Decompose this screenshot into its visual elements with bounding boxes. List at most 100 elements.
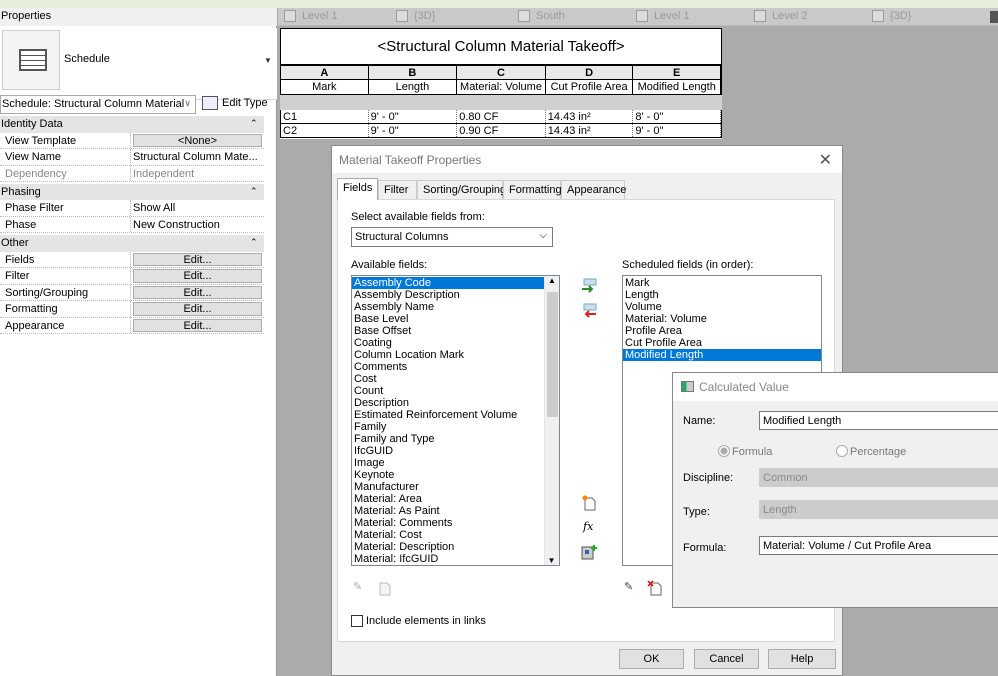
- property-button[interactable]: Edit...: [133, 252, 262, 267]
- schedule-cell[interactable]: 8' - 0": [633, 110, 722, 123]
- combine-parameters-icon[interactable]: [581, 544, 597, 560]
- add-field-icon[interactable]: [581, 278, 597, 294]
- property-button[interactable]: Edit...: [133, 269, 262, 283]
- property-group[interactable]: Identity Data ⌃: [0, 116, 264, 133]
- edit-parameter-icon[interactable]: ✎: [353, 580, 369, 596]
- scheduled-field-item[interactable]: Volume: [623, 301, 821, 313]
- collapse-icon[interactable]: ⌃: [250, 116, 258, 133]
- available-field-item[interactable]: Material: Area: [352, 493, 544, 505]
- edit-parameter-icon[interactable]: ✎: [624, 580, 640, 596]
- name-input[interactable]: Modified Length: [759, 411, 998, 430]
- column-header[interactable]: Material: Volume: [457, 80, 546, 94]
- available-field-item[interactable]: Material: As Paint: [352, 505, 544, 517]
- schedule-cell[interactable]: 9' - 0": [369, 124, 458, 137]
- column-header[interactable]: Cut Profile Area: [546, 80, 634, 94]
- available-field-item[interactable]: Assembly Description: [352, 289, 544, 301]
- column-header[interactable]: Length: [369, 80, 458, 94]
- scheduled-field-item[interactable]: Modified Length: [623, 349, 821, 361]
- schedule-cell[interactable]: 14.43 in²: [546, 124, 634, 137]
- property-button[interactable]: Edit...: [133, 318, 262, 333]
- collapse-icon[interactable]: ⌃: [250, 235, 258, 252]
- category-dropdown[interactable]: Structural Columns ⌵: [351, 227, 553, 247]
- scroll-thumb[interactable]: [547, 292, 558, 417]
- percentage-radio[interactable]: Percentage: [836, 445, 906, 458]
- property-value[interactable]: Show All: [131, 200, 264, 216]
- available-field-item[interactable]: Material: IfcGUID: [352, 553, 544, 565]
- edit-type-button[interactable]: Edit Type: [202, 96, 268, 110]
- property-value[interactable]: New Construction: [131, 217, 264, 233]
- view-tab[interactable]: Level 1: [284, 10, 337, 22]
- scheduled-field-item[interactable]: Mark: [623, 277, 821, 289]
- available-field-item[interactable]: Material: Cost: [352, 529, 544, 541]
- available-field-item[interactable]: Manufacturer: [352, 481, 544, 493]
- available-fields-list[interactable]: Assembly Code Assembly Description Assembl…: [351, 275, 560, 566]
- available-field-item[interactable]: Cost: [352, 373, 544, 385]
- available-field-item[interactable]: Base Level: [352, 313, 544, 325]
- tab-fields[interactable]: Fields: [337, 178, 378, 200]
- checkbox[interactable]: [351, 615, 363, 627]
- radio-unselected[interactable]: [836, 445, 848, 457]
- column-letter[interactable]: A: [281, 66, 369, 79]
- schedule-cell[interactable]: C1: [281, 110, 369, 123]
- scheduled-field-item[interactable]: Profile Area: [623, 325, 821, 337]
- schedule-cell[interactable]: 14.43 in²: [546, 110, 634, 123]
- available-field-item[interactable]: Base Offset: [352, 325, 544, 337]
- close-icon[interactable]: ✕: [819, 150, 832, 170]
- column-header[interactable]: Modified Length: [633, 80, 722, 94]
- ok-button[interactable]: OK: [619, 649, 684, 669]
- delete-parameter-icon[interactable]: [376, 580, 392, 596]
- property-group[interactable]: Phasing ⌃: [0, 183, 264, 201]
- formula-input[interactable]: Material: Volume / Cut Profile Area: [759, 536, 998, 555]
- include-links-checkbox[interactable]: Include elements in links: [351, 615, 486, 627]
- property-value[interactable]: Structural Column Mate...: [131, 149, 264, 165]
- available-field-item[interactable]: Material: Comments: [352, 517, 544, 529]
- view-tab[interactable]: {3D}: [872, 10, 911, 22]
- scheduled-field-item[interactable]: Length: [623, 289, 821, 301]
- tab-sorting-grouping[interactable]: Sorting/Grouping: [417, 180, 506, 199]
- new-parameter-icon[interactable]: [581, 495, 597, 511]
- cancel-button[interactable]: Cancel: [694, 649, 759, 669]
- tab-formatting[interactable]: Formatting: [503, 180, 562, 199]
- available-field-item[interactable]: Assembly Name: [352, 301, 544, 313]
- available-field-item[interactable]: Description: [352, 397, 544, 409]
- column-header[interactable]: Mark: [281, 80, 369, 94]
- collapse-icon[interactable]: ⌃: [250, 184, 258, 201]
- available-field-item[interactable]: Family: [352, 421, 544, 433]
- tab-appearance[interactable]: Appearance: [561, 180, 626, 199]
- remove-field-icon[interactable]: [581, 303, 597, 319]
- schedule-cell[interactable]: 0.90 CF: [457, 124, 546, 137]
- column-letter[interactable]: E: [633, 66, 722, 79]
- available-field-item[interactable]: Count: [352, 385, 544, 397]
- scheduled-field-item[interactable]: Cut Profile Area: [623, 337, 821, 349]
- schedule-cell[interactable]: 9' - 0": [369, 110, 458, 123]
- column-letter[interactable]: B: [369, 66, 458, 79]
- view-tab[interactable]: Level 2: [754, 10, 807, 22]
- scheduled-field-item[interactable]: Material: Volume: [623, 313, 821, 325]
- available-field-item[interactable]: Image: [352, 457, 544, 469]
- tab-filter[interactable]: Filter: [378, 180, 417, 199]
- available-field-item[interactable]: Material: Description: [352, 541, 544, 553]
- dropdown-arrow-icon[interactable]: ▼: [264, 56, 272, 65]
- view-tab[interactable]: Level 1: [636, 10, 689, 22]
- help-button[interactable]: Help: [768, 649, 836, 669]
- column-letter[interactable]: C: [457, 66, 546, 79]
- available-field-item[interactable]: Column Location Mark: [352, 349, 544, 361]
- schedule-cell[interactable]: 9' - 0": [633, 124, 722, 137]
- view-tab[interactable]: South: [518, 10, 565, 22]
- schedule-cell[interactable]: 0.80 CF: [457, 110, 546, 123]
- property-group[interactable]: Other ⌃: [0, 235, 264, 252]
- property-button[interactable]: <None>: [133, 133, 262, 148]
- available-field-item[interactable]: Coating: [352, 337, 544, 349]
- type-selector[interactable]: Schedule ▼: [0, 28, 277, 100]
- view-tab[interactable]: {3D}: [396, 10, 435, 22]
- schedule-tab-icon[interactable]: [990, 11, 998, 23]
- formula-radio[interactable]: Formula: [718, 445, 772, 458]
- available-field-item[interactable]: Assembly Code: [352, 277, 544, 289]
- delete-parameter-icon[interactable]: [647, 580, 663, 596]
- scroll-up-icon[interactable]: ▲: [545, 276, 559, 285]
- available-field-item[interactable]: IfcGUID: [352, 445, 544, 457]
- calculated-value-icon[interactable]: fx: [583, 520, 599, 536]
- available-field-item[interactable]: Comments: [352, 361, 544, 373]
- instance-selector[interactable]: Schedule: Structural Column Material ∨: [0, 95, 196, 114]
- column-letter[interactable]: D: [546, 66, 634, 79]
